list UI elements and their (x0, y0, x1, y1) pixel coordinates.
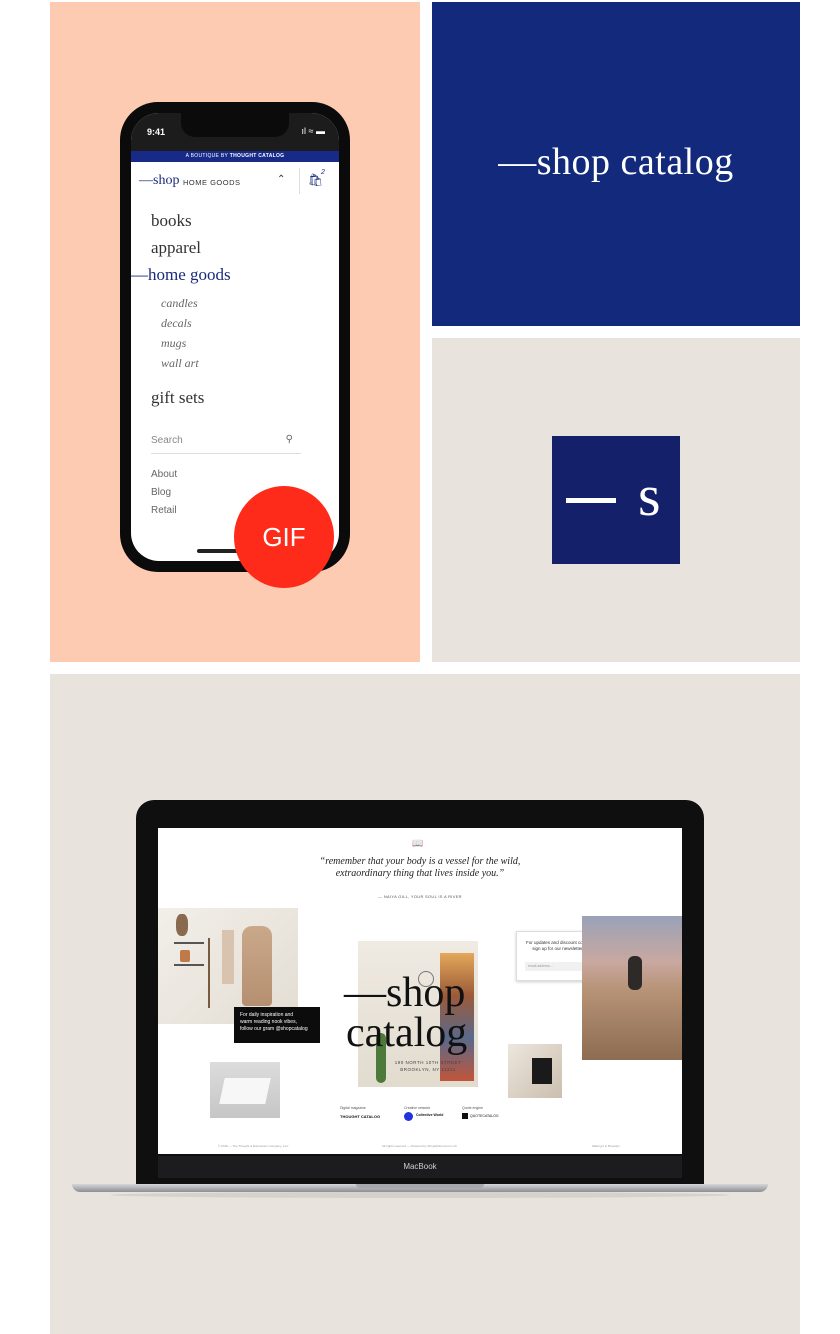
laptop-base-notch (356, 1184, 484, 1188)
made-in-text: Making it in Brooklyn (592, 1144, 620, 1148)
laptop-shadow (110, 1192, 730, 1198)
link-retail[interactable]: Retail (151, 505, 177, 516)
address-line-2: BROOKLYN, NY 11211 (400, 1067, 456, 1072)
newsletter-email-input[interactable]: email address... (525, 962, 589, 971)
footer-label-creative: Creative network (404, 1106, 431, 1110)
status-icons: ıl ≈ ▬ (301, 126, 325, 136)
planter (180, 950, 190, 962)
status-time: 9:41 (147, 127, 166, 137)
hero-quote: “remember that your body is a vessel for… (158, 856, 682, 880)
shelf (174, 964, 204, 966)
menu-item-home-goods[interactable]: —home goods (131, 265, 231, 285)
instagram-text-3: follow our gram @shopcatalog (240, 1026, 308, 1032)
instagram-text-1: For daily inspiration and (240, 1012, 294, 1018)
laptop-brand-label: MacBook (158, 1156, 682, 1178)
gif-badge: GIF (234, 486, 334, 588)
footer-link-quotecatalog[interactable]: QUOTECATALOG (470, 1114, 499, 1118)
hero-title-shop: —shop (344, 970, 466, 1016)
laptop-screen: 📖 “remember that your body is a vessel f… (158, 828, 682, 1154)
footer-label-digital: Digital magazine (340, 1106, 366, 1110)
shirt (222, 930, 234, 984)
footer-link-collective-world[interactable]: Collective World (416, 1113, 443, 1117)
search-icon[interactable]: ⚲ (286, 434, 293, 445)
boutique-banner: A BOUTIQUE BY THOUGHT CATALOG (131, 151, 339, 162)
address-line-1: 190 NORTH 10TH STREET (394, 1060, 462, 1065)
instagram-callout[interactable]: For daily inspiration and warm reading n… (234, 1007, 320, 1043)
link-about[interactable]: About (151, 469, 177, 480)
desktop-preview-panel: 📖 “remember that your body is a vessel f… (50, 674, 800, 1334)
shelf (174, 942, 204, 944)
submenu-item-decals[interactable]: decals (161, 316, 192, 331)
quote-line-1: “remember that your body is a vessel for… (319, 856, 521, 867)
store-address: 190 NORTH 10TH STREET BROOKLYN, NY 11211 (380, 1059, 476, 1073)
mobile-nav-bar: —shop HOME GOODS ⌃ 🛍 2 (131, 162, 339, 200)
footer-label-quote: Quote engine (462, 1106, 484, 1110)
coffee-photo (508, 1044, 562, 1098)
link-blog[interactable]: Blog (151, 487, 171, 498)
menu-item-apparel[interactable]: apparel (151, 238, 201, 258)
hiker (628, 956, 642, 990)
brand-logo[interactable]: —shop (139, 173, 179, 189)
coat (242, 926, 272, 1006)
banner-brand: THOUGHT CATALOG (229, 153, 285, 159)
collective-world-icon (404, 1112, 413, 1121)
submenu-item-candles[interactable]: candles (161, 296, 198, 311)
brand-mark-letter: s (638, 463, 661, 528)
notebook (532, 1058, 552, 1084)
menu-item-books[interactable]: books (151, 211, 192, 231)
beach-photo (582, 916, 682, 1060)
quote-line-2: extraordinary thing that lives inside yo… (335, 868, 505, 879)
phone-notch (181, 113, 289, 137)
nav-divider (299, 168, 300, 194)
submenu-item-mugs[interactable]: mugs (161, 336, 186, 351)
quotecatalog-icon (462, 1113, 468, 1119)
wordmark-panel: —shop catalog (432, 2, 800, 326)
current-section: HOME GOODS (183, 178, 241, 187)
logo-panel: s (432, 338, 800, 662)
open-book-photo (210, 1062, 280, 1118)
cart-count: 2 (321, 169, 325, 176)
stand (208, 938, 210, 1008)
rights-text: All rights reserved — Powered by Shopify… (382, 1144, 457, 1148)
dried-flowers (176, 914, 188, 936)
status-bar: 9:41 ıl ≈ ▬ (131, 113, 339, 151)
menu-item-gift-sets[interactable]: gift sets (151, 388, 204, 408)
banner-prefix: A BOUTIQUE BY (185, 153, 229, 159)
instagram-text-2: warm reading nook vibes, (240, 1019, 297, 1025)
laptop-mockup: 📖 “remember that your body is a vessel f… (136, 800, 704, 1185)
chevron-up-icon[interactable]: ⌃ (277, 174, 285, 185)
search-field[interactable]: Search ⚲ (151, 431, 301, 454)
brand-mark: s (552, 436, 680, 564)
copyright-text: © 2018 — The Thought & Expression Compan… (218, 1144, 289, 1148)
book-pages (219, 1078, 271, 1104)
footer-link-thought-catalog[interactable]: THOUGHT CATALOG (340, 1114, 380, 1119)
quote-attribution: — NAIYA GILL, YOUR SOUL IS A RIVER (378, 894, 462, 899)
wordmark-title: —shop catalog (498, 141, 734, 183)
submenu-item-wall-art[interactable]: wall art (161, 356, 199, 371)
brand-mark-dash (566, 498, 616, 503)
book-icon: 📖 (412, 838, 424, 848)
search-placeholder: Search (151, 435, 183, 446)
mobile-preview-panel: 9:41 ıl ≈ ▬ A BOUTIQUE BY THOUGHT CATALO… (50, 2, 420, 662)
hero-title-catalog: catalog (346, 1010, 468, 1056)
